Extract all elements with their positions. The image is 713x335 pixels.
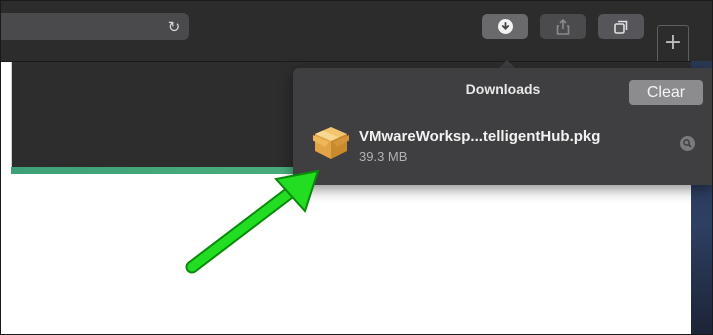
download-icon: [497, 19, 513, 34]
green-arrow: [185, 169, 320, 274]
browser-window: ↻ + Downloads Clear VMwareWorksp...telli…: [0, 0, 713, 335]
share-button[interactable]: [540, 14, 586, 39]
address-bar[interactable]: ↻: [1, 13, 189, 40]
clear-button[interactable]: Clear: [629, 80, 703, 105]
page-content: [11, 174, 691, 334]
file-name: VMwareWorksp...telligentHub.pkg: [359, 128, 601, 145]
file-size: 39.3 MB: [359, 149, 408, 164]
share-icon: [556, 18, 570, 35]
package-icon: [313, 127, 349, 159]
toolbar: ↻ +: [1, 1, 712, 62]
download-item[interactable]: VMwareWorksp...telligentHub.pkg 39.3 MB: [305, 120, 705, 170]
reload-icon[interactable]: ↻: [165, 18, 183, 36]
downloads-button[interactable]: [482, 14, 528, 39]
new-tab-button[interactable]: +: [657, 25, 689, 61]
reveal-in-finder-button[interactable]: [680, 136, 695, 151]
plus-icon: +: [663, 30, 683, 55]
popover-title: Downloads: [465, 81, 541, 97]
show-tabs-icon: [614, 20, 628, 34]
magnifier-icon: [683, 139, 692, 148]
show-tabs-button[interactable]: [598, 14, 644, 39]
downloads-popover: Downloads Clear VMwareWorksp...telligent…: [293, 68, 712, 185]
